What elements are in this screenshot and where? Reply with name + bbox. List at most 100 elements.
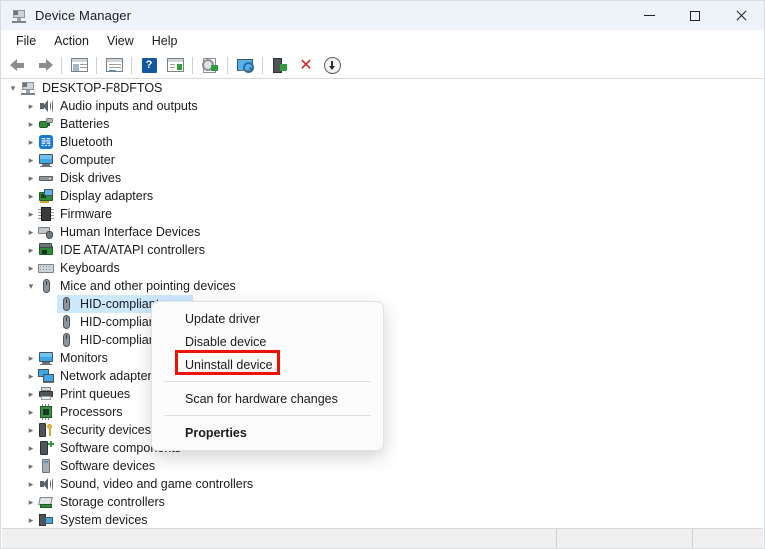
- chevron-right-icon[interactable]: ▸: [24, 169, 38, 187]
- minimize-button[interactable]: [626, 1, 672, 30]
- tree-item-label: Batteries: [60, 117, 110, 131]
- back-button[interactable]: [5, 53, 31, 77]
- chevron-right-icon[interactable]: ▸: [24, 115, 38, 133]
- tree-item-system-devices[interactable]: ▸ System devices: [2, 511, 763, 528]
- context-menu-item-disable-device[interactable]: Disable device: [152, 330, 383, 353]
- chevron-right-icon[interactable]: ▸: [24, 133, 38, 151]
- show-hide-console-tree-button[interactable]: [66, 53, 92, 77]
- keyboard-icon: [38, 260, 54, 276]
- tree-item-label: Firmware: [60, 207, 113, 221]
- tree-item-label: Display adapters: [60, 189, 154, 203]
- tree-item-label: Network adapters: [60, 369, 158, 383]
- tree-item-keyboards[interactable]: ▸ Keyboards: [2, 259, 763, 277]
- chevron-down-icon[interactable]: ▾: [24, 277, 38, 295]
- monitor-icon: [38, 350, 54, 366]
- speaker-icon: [38, 476, 54, 492]
- speaker-icon: [38, 98, 54, 114]
- tree-item-label: Security devices: [60, 423, 152, 437]
- chevron-right-icon[interactable]: ▸: [24, 259, 38, 277]
- menu-item-view[interactable]: View: [98, 32, 143, 50]
- context-menu-item-uninstall-device[interactable]: Uninstall device: [152, 350, 383, 376]
- tree-item-mice-and-other-pointing-devices[interactable]: ▾ Mice and other pointing devices: [2, 277, 763, 295]
- chevron-right-icon[interactable]: ▸: [24, 97, 38, 115]
- minimize-icon: [643, 15, 655, 16]
- menu-item-action[interactable]: Action: [45, 32, 98, 50]
- chevron-right-icon[interactable]: ▸: [24, 223, 38, 241]
- tree-item-label: Keyboards: [60, 261, 120, 275]
- tree-item-label: Disk drives: [60, 171, 122, 185]
- chevron-right-icon[interactable]: ▸: [24, 475, 38, 493]
- tree-item-label: Software devices: [60, 459, 156, 473]
- device-manager-window: Device Manager File Action View Help ? ✕…: [0, 0, 765, 549]
- monitor-icon: [38, 152, 54, 168]
- update-driver-button[interactable]: [197, 53, 223, 77]
- scan-for-hardware-changes-button[interactable]: [232, 53, 258, 77]
- forward-button[interactable]: [31, 53, 57, 77]
- mouse-icon: [38, 278, 54, 294]
- chevron-right-icon[interactable]: ▸: [24, 205, 38, 223]
- uninstall-device-icon: ✕: [299, 55, 313, 74]
- tree-root-row[interactable]: ▾ DESKTOP-F8DFTOS: [2, 79, 763, 97]
- update-driver-icon: [201, 58, 219, 73]
- forward-arrow-icon: [36, 58, 53, 72]
- tree-item-label: Bluetooth: [60, 135, 113, 149]
- tree-item-sound-video-and-game-controllers[interactable]: ▸ Sound, video and game controllers: [2, 475, 763, 493]
- computer-icon: [20, 80, 36, 96]
- tree-item-disk-drives[interactable]: ▸ Disk drives: [2, 169, 763, 187]
- tree-item-ide-ata-atapi-controllers[interactable]: ▸ IDE ATA/ATAPI controllers: [2, 241, 763, 259]
- tree-item-label: Print queues: [60, 387, 131, 401]
- chevron-right-icon[interactable]: ▸: [24, 385, 38, 403]
- show-hide-console-tree-icon: [70, 58, 88, 72]
- properties-button[interactable]: [101, 53, 127, 77]
- chevron-right-icon[interactable]: ▸: [24, 187, 38, 205]
- context-menu-separator: [164, 381, 371, 382]
- context-menu-item-properties[interactable]: Properties: [152, 421, 383, 444]
- software-component-icon: [38, 440, 54, 456]
- chevron-right-icon[interactable]: ▸: [24, 241, 38, 259]
- context-menu-item-scan-for-hardware-changes[interactable]: Scan for hardware changes: [152, 387, 383, 410]
- chevron-right-icon[interactable]: ▸: [24, 349, 38, 367]
- toolbar-separator: [131, 56, 132, 74]
- tree-item-label: Mice and other pointing devices: [60, 279, 236, 293]
- tree-item-human-interface-devices[interactable]: ▸ Human Interface Devices: [2, 223, 763, 241]
- context-menu[interactable]: Update driver Disable device Uninstall d…: [151, 301, 384, 451]
- tree-item-bluetooth[interactable]: ▸ 𝌦 Bluetooth: [2, 133, 763, 151]
- menu-item-file[interactable]: File: [7, 32, 45, 50]
- tree-item-label: Storage controllers: [60, 495, 165, 509]
- menu-item-help[interactable]: Help: [143, 32, 187, 50]
- tree-item-audio-inputs-and-outputs[interactable]: ▸ Audio inputs and outputs: [2, 97, 763, 115]
- toolbar-separator: [96, 56, 97, 74]
- chevron-right-icon[interactable]: ▸: [24, 457, 38, 475]
- chevron-right-icon[interactable]: ▸: [24, 511, 38, 528]
- chevron-right-icon[interactable]: ▸: [24, 151, 38, 169]
- chevron-right-icon[interactable]: ▸: [24, 439, 38, 457]
- tree-item-storage-controllers[interactable]: ▸ Storage controllers: [2, 493, 763, 511]
- chevron-down-icon[interactable]: ▾: [6, 79, 20, 97]
- chevron-right-icon[interactable]: ▸: [24, 493, 38, 511]
- help-button[interactable]: ?: [136, 53, 162, 77]
- tree-item-computer[interactable]: ▸ Computer: [2, 151, 763, 169]
- title-bar: Device Manager: [1, 1, 764, 30]
- toolbar-separator: [61, 56, 62, 74]
- enable-device-button[interactable]: [267, 53, 293, 77]
- window-title: Device Manager: [35, 8, 132, 23]
- mouse-icon: [58, 314, 74, 330]
- install-legacy-hardware-button[interactable]: [319, 53, 345, 77]
- uninstall-device-button[interactable]: ✕: [293, 53, 319, 77]
- ide-controller-icon: [38, 242, 54, 258]
- chevron-right-icon[interactable]: ▸: [24, 367, 38, 385]
- chevron-right-icon[interactable]: ▸: [24, 403, 38, 421]
- enable-device-icon: [272, 58, 288, 73]
- tree-item-firmware[interactable]: ▸ Firmware: [2, 205, 763, 223]
- menu-bar: File Action View Help: [1, 30, 764, 52]
- printer-icon: [38, 386, 54, 402]
- tree-item-display-adapters[interactable]: ▸ Display adapters: [2, 187, 763, 205]
- network-adapter-icon: [38, 368, 54, 384]
- context-menu-item-update-driver[interactable]: Update driver: [152, 307, 383, 330]
- maximize-button[interactable]: [672, 1, 718, 30]
- tree-item-batteries[interactable]: ▸ Batteries: [2, 115, 763, 133]
- chevron-right-icon[interactable]: ▸: [24, 421, 38, 439]
- close-button[interactable]: [718, 1, 764, 30]
- tree-item-software-devices[interactable]: ▸ Software devices: [2, 457, 763, 475]
- view-button[interactable]: [162, 53, 188, 77]
